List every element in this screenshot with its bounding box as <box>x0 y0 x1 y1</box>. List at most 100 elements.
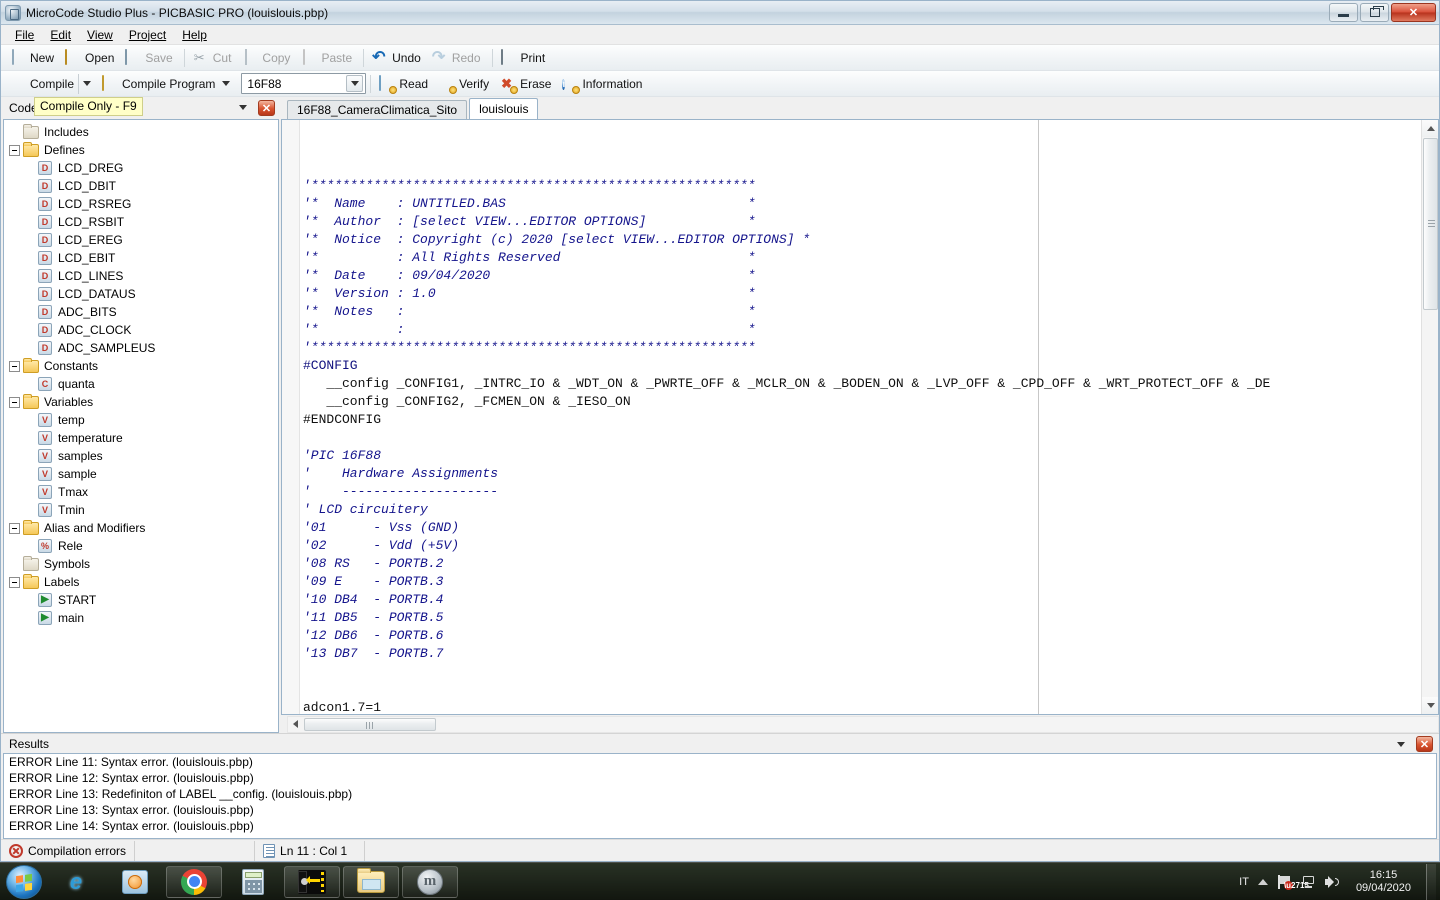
scroll-down-arrow-icon[interactable] <box>1422 697 1439 714</box>
new-button[interactable]: New <box>6 47 61 69</box>
collapse-icon[interactable] <box>9 361 20 372</box>
taskbar-item-file-explorer[interactable] <box>343 866 399 898</box>
close-button[interactable]: ✕ <box>1391 3 1436 22</box>
tree-item[interactable]: VTmin <box>4 501 278 519</box>
editor-code-area[interactable]: '***************************************… <box>300 120 1421 714</box>
scroll-up-arrow-icon[interactable] <box>1422 120 1439 137</box>
copy-button[interactable]: Copy <box>238 47 297 69</box>
tree-item[interactable]: %Rele <box>4 537 278 555</box>
tree-item[interactable]: Vsample <box>4 465 278 483</box>
undo-button[interactable]: Undo <box>368 47 428 69</box>
tree-item[interactable]: Variables <box>4 393 278 411</box>
tab-louislouis[interactable]: louislouis <box>469 98 538 119</box>
results-row[interactable]: ERROR Line 12: Syntax error. (louislouis… <box>4 771 1436 787</box>
taskbar-item-programmer[interactable] <box>284 866 340 898</box>
results-list[interactable]: ERROR Line 11: Syntax error. (louislouis… <box>3 753 1437 839</box>
tree-item[interactable]: DLCD_DATAUS <box>4 285 278 303</box>
code-line: ' Hardware Assignments <box>300 465 1421 483</box>
compile-program-chevron-down-icon[interactable] <box>222 81 230 86</box>
code-explorer-chevron-down-icon[interactable] <box>239 105 247 110</box>
taskbar-item-google-chrome[interactable] <box>166 866 222 898</box>
menu-file[interactable]: File <box>7 26 42 44</box>
tree-item[interactable]: Defines <box>4 141 278 159</box>
code-explorer-close-icon[interactable]: ✕ <box>258 100 275 116</box>
tree-item[interactable]: DADC_BITS <box>4 303 278 321</box>
read-button[interactable]: Read <box>375 73 435 95</box>
save-button[interactable]: Save <box>121 47 179 69</box>
taskbar-item-windows-media-player[interactable] <box>107 866 163 898</box>
monitor-icon[interactable] <box>1301 875 1316 888</box>
tree-item[interactable]: Vtemperature <box>4 429 278 447</box>
information-button[interactable]: i Information <box>558 73 649 95</box>
tree-item[interactable]: Includes <box>4 123 278 141</box>
tree-item[interactable]: DADC_CLOCK <box>4 321 278 339</box>
tree-item[interactable]: DLCD_LINES <box>4 267 278 285</box>
menu-project[interactable]: Project <box>121 26 174 44</box>
tree-item[interactable]: Vtemp <box>4 411 278 429</box>
collapse-icon[interactable] <box>9 145 20 156</box>
network-error-icon[interactable]: \u2715 <box>1277 875 1292 889</box>
results-row[interactable]: ERROR Line 13: Redefiniton of LABEL __co… <box>4 787 1436 803</box>
compile-dropdown-toggle[interactable] <box>78 74 91 94</box>
tree-item[interactable]: DLCD_RSBIT <box>4 213 278 231</box>
tree-item[interactable]: ▶main <box>4 609 278 627</box>
collapse-icon[interactable] <box>9 523 20 534</box>
taskbar-item-calculator[interactable] <box>225 866 281 898</box>
speaker-icon[interactable] <box>1325 875 1341 889</box>
tree-item[interactable]: Vsamples <box>4 447 278 465</box>
taskbar-item-internet-explorer[interactable]: e <box>48 866 104 898</box>
editor-horizontal-scrollbar[interactable] <box>287 716 1439 733</box>
tree-item[interactable]: DLCD_EBIT <box>4 249 278 267</box>
vertical-scroll-thumb[interactable] <box>1423 138 1438 310</box>
tree-item[interactable]: ▶START <box>4 591 278 609</box>
menu-view[interactable]: View <box>79 26 121 44</box>
results-close-icon[interactable]: ✕ <box>1416 736 1433 752</box>
editor-vertical-scrollbar[interactable] <box>1421 120 1438 714</box>
menu-edit[interactable]: Edit <box>42 26 79 44</box>
menu-help[interactable]: Help <box>174 26 215 44</box>
tree-item[interactable]: DLCD_RSREG <box>4 195 278 213</box>
tree-item[interactable]: Alias and Modifiers <box>4 519 278 537</box>
tree-item[interactable]: VTmax <box>4 483 278 501</box>
results-chevron-down-icon[interactable] <box>1397 742 1405 747</box>
tree-item[interactable]: Cquanta <box>4 375 278 393</box>
maximize-button[interactable] <box>1360 3 1389 22</box>
tree-item[interactable]: Symbols <box>4 555 278 573</box>
compile-program-button[interactable]: Compile Program <box>98 73 237 95</box>
tab-16f88-cameraclimatica-sito[interactable]: 16F88_CameraClimatica_Sito <box>287 100 467 119</box>
collapse-icon[interactable] <box>9 397 20 408</box>
tray-language[interactable]: IT <box>1239 876 1249 888</box>
redo-button[interactable]: Redo <box>428 47 488 69</box>
device-select[interactable]: 16F88 <box>241 73 366 94</box>
compile-status-cell: Compilation errors <box>1 841 135 861</box>
tree-indent <box>9 127 20 138</box>
open-button[interactable]: Open <box>61 47 121 69</box>
print-button[interactable]: Print <box>497 47 553 69</box>
scroll-left-arrow-icon[interactable] <box>288 717 303 732</box>
device-select-chevron-down-icon[interactable] <box>346 75 363 92</box>
show-desktop-button[interactable] <box>1426 864 1436 900</box>
cut-button[interactable]: Cut <box>189 47 239 69</box>
chevron-up-icon[interactable] <box>1258 879 1268 885</box>
minimize-button[interactable] <box>1329 3 1358 22</box>
paste-button[interactable]: Paste <box>297 47 359 69</box>
compile-button[interactable]: Compile <box>6 73 98 95</box>
windows-orb-icon[interactable] <box>6 865 42 899</box>
verify-button[interactable]: Verify <box>435 73 496 95</box>
erase-button[interactable]: Erase <box>496 73 558 95</box>
taskbar-clock[interactable]: 16:15 09/04/2020 <box>1350 869 1417 895</box>
tree-item[interactable]: Labels <box>4 573 278 591</box>
results-row[interactable]: ERROR Line 13: Syntax error. (louislouis… <box>4 803 1436 819</box>
tree-item[interactable]: DLCD_DREG <box>4 159 278 177</box>
tree-item[interactable]: Constants <box>4 357 278 375</box>
horizontal-scroll-thumb[interactable] <box>304 718 436 731</box>
results-row[interactable]: ERROR Line 11: Syntax error. (louislouis… <box>4 755 1436 771</box>
taskbar-item-microcode-studio[interactable]: m <box>402 866 458 898</box>
code-explorer-tree[interactable]: IncludesDefinesDLCD_DREGDLCD_DBITDLCD_RS… <box>3 119 279 733</box>
results-row[interactable]: ERROR Line 14: Syntax error. (louislouis… <box>4 819 1436 835</box>
tree-item[interactable]: DADC_SAMPLEUS <box>4 339 278 357</box>
code-editor[interactable]: '***************************************… <box>281 119 1439 715</box>
tree-item[interactable]: DLCD_EREG <box>4 231 278 249</box>
collapse-icon[interactable] <box>9 577 20 588</box>
tree-item[interactable]: DLCD_DBIT <box>4 177 278 195</box>
